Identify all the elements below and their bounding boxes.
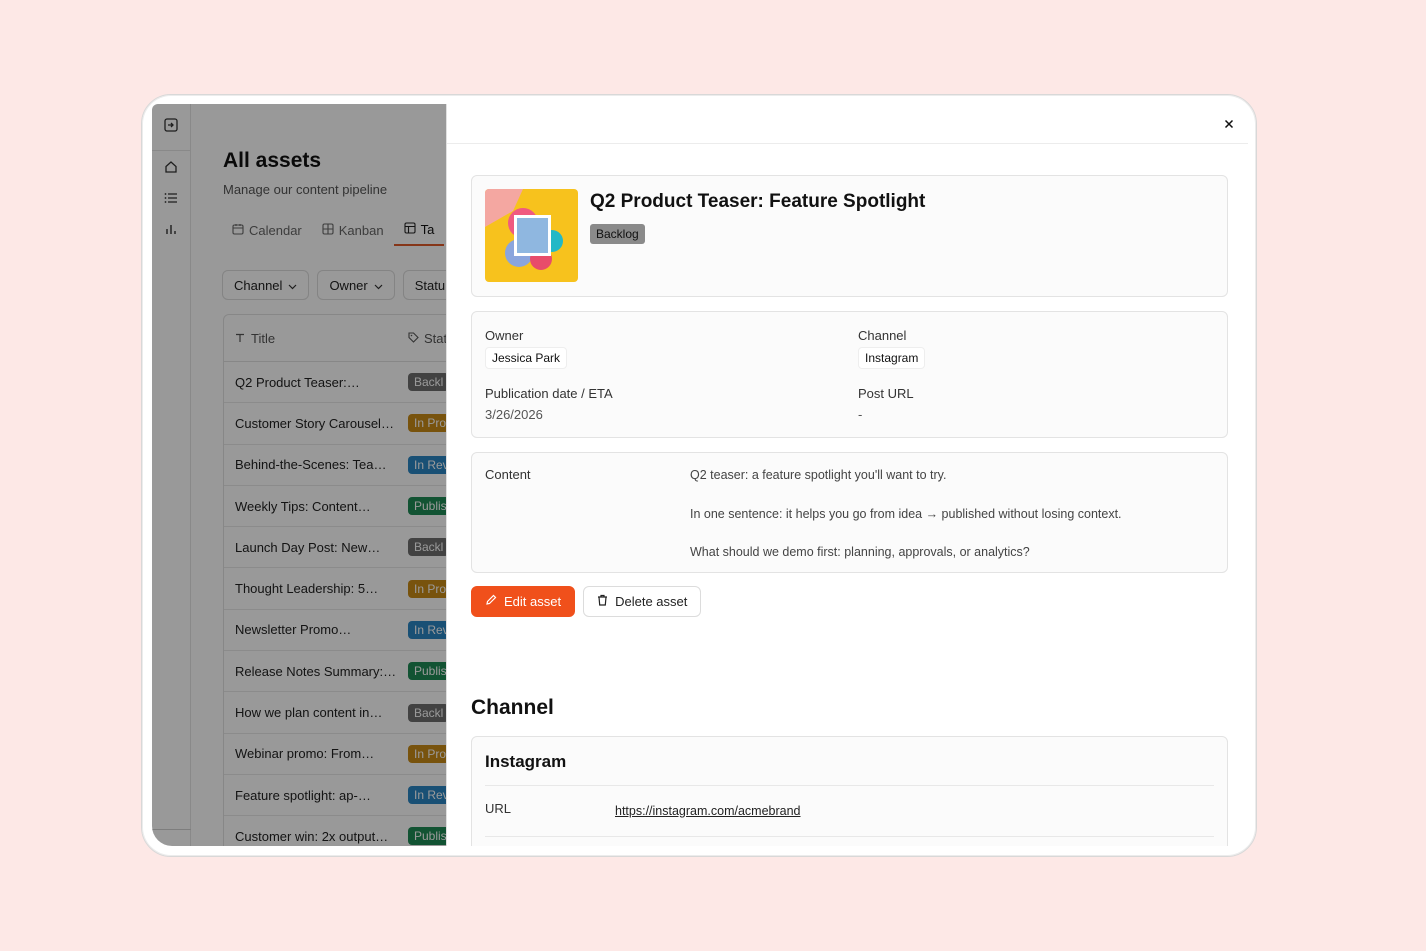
- content-line: What should we demo first: planning, app…: [690, 545, 1030, 559]
- modal-overlay[interactable]: [152, 104, 446, 846]
- publication-date-label: Publication date / ETA: [485, 386, 613, 401]
- divider: [485, 836, 1214, 837]
- edit-asset-label: Edit asset: [504, 594, 562, 609]
- url-label: URL: [485, 801, 512, 816]
- post-url-value: -: [858, 407, 863, 422]
- channel-name: Instagram: [485, 752, 567, 771]
- asset-thumbnail: [485, 189, 578, 282]
- asset-meta-card: Owner Jessica Park Channel Instagram Pub…: [471, 311, 1228, 438]
- channel-card: Instagram URL https://instagram.com/acme…: [471, 736, 1228, 846]
- delete-asset-button[interactable]: Delete asset: [583, 586, 702, 617]
- asset-title: Q2 Product Teaser: Feature Spotlight: [590, 191, 926, 212]
- channel-url-link[interactable]: https://instagram.com/acmebrand: [615, 804, 801, 818]
- channel-section-title: Channel: [471, 696, 554, 719]
- post-url-label: Post URL: [858, 386, 914, 401]
- divider: [485, 785, 1214, 786]
- owner-label: Owner: [485, 328, 524, 343]
- owner-chip[interactable]: Jessica Park: [485, 347, 568, 369]
- edit-asset-button[interactable]: Edit asset: [471, 586, 576, 617]
- app-screen: All assets Manage our content pipeline C…: [152, 104, 1248, 846]
- channel-chip[interactable]: Instagram: [858, 347, 926, 369]
- trash-icon: [597, 594, 608, 609]
- close-button[interactable]: [1219, 115, 1239, 135]
- channel-label: Channel: [858, 328, 907, 343]
- content-label: Content: [485, 467, 531, 482]
- close-icon: [1224, 116, 1234, 134]
- content-card: Content Q2 teaser: a feature spotlight y…: [471, 452, 1228, 573]
- drawer-header: [447, 104, 1248, 144]
- pencil-icon: [485, 594, 497, 609]
- content-line: Q2 teaser: a feature spotlight you'll wa…: [690, 468, 947, 482]
- delete-asset-label: Delete asset: [615, 594, 688, 609]
- publication-date-value: 3/26/2026: [485, 407, 543, 422]
- status-badge: Backlog: [590, 224, 645, 244]
- asset-actions: Edit asset Delete asset: [471, 586, 702, 617]
- asset-detail-drawer: Q2 Product Teaser: Feature Spotlight Bac…: [446, 104, 1248, 846]
- asset-summary-card: Q2 Product Teaser: Feature Spotlight Bac…: [471, 175, 1228, 297]
- content-line: In one sentence: it helps you go from id…: [690, 507, 1122, 521]
